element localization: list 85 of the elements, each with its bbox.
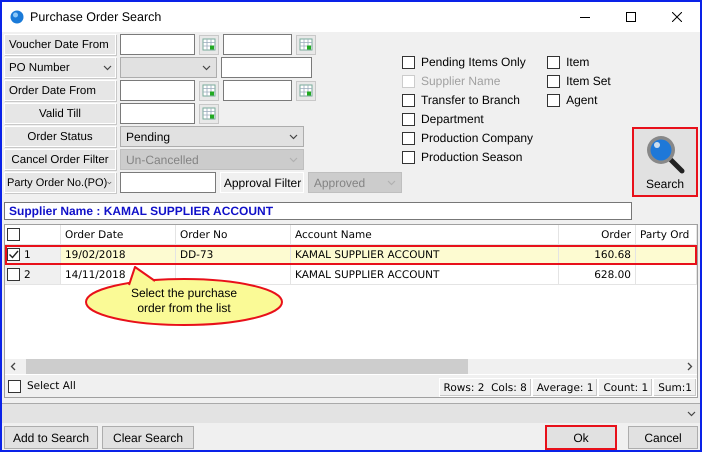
- date-field[interactable]: [120, 103, 195, 124]
- caret-icon: [289, 134, 298, 140]
- minimize-icon[interactable]: [580, 16, 590, 18]
- footer-button[interactable]: Clear Search: [102, 426, 194, 449]
- column-header[interactable]: Order No: [176, 225, 291, 245]
- date-field[interactable]: [223, 80, 292, 101]
- field-label: Order Status: [4, 126, 116, 147]
- footer-button[interactable]: Add to Search: [4, 426, 98, 449]
- checkbox-label: Production Season: [421, 150, 522, 164]
- checkbox[interactable]: [547, 74, 560, 88]
- caret-icon: [687, 410, 696, 416]
- close-icon[interactable]: [672, 12, 682, 22]
- caret-icon: [202, 64, 211, 70]
- field-label: Cancel Order Filter: [4, 149, 116, 170]
- search-button[interactable]: Search: [633, 128, 697, 196]
- row-number: 2: [24, 268, 31, 280]
- input-field[interactable]: [221, 57, 312, 78]
- date-field[interactable]: [120, 80, 195, 101]
- table-cell: 628.00: [594, 268, 631, 280]
- search-icon: [644, 133, 686, 175]
- calendar-icon[interactable]: [296, 80, 316, 100]
- supplier-banner: Supplier Name : KAMAL SUPPLIER ACCOUNT: [4, 202, 632, 220]
- maximize-icon[interactable]: [626, 12, 636, 22]
- checkbox[interactable]: [547, 94, 560, 106]
- dialog-button[interactable]: Ok: [546, 426, 616, 449]
- table-cell: 19/02/2018: [65, 248, 126, 260]
- checkbox-label: Item Set: [566, 74, 611, 88]
- date-field[interactable]: [120, 34, 195, 55]
- horizontal-scrollbar[interactable]: [5, 359, 697, 374]
- table-cell: DD-73: [180, 248, 214, 260]
- checkbox[interactable]: [7, 248, 20, 261]
- field-label: Valid Till: [4, 103, 116, 124]
- checkbox-label: Item: [566, 55, 590, 69]
- table-cell: KAMAL SUPPLIER ACCOUNT: [295, 268, 440, 280]
- row-number: 1: [24, 248, 31, 260]
- checkbox[interactable]: [402, 132, 415, 144]
- checkbox[interactable]: [402, 150, 415, 164]
- app-icon: [10, 10, 24, 24]
- checkbox-label: Select All: [27, 380, 76, 392]
- status-cell: Count: 1: [598, 378, 654, 397]
- checkbox-label: Agent: [566, 93, 598, 107]
- checkbox[interactable]: [547, 56, 560, 68]
- checkbox[interactable]: [8, 380, 21, 392]
- field-dropdown[interactable]: PO Number: [4, 57, 116, 78]
- field-label: Order Date From: [4, 80, 116, 101]
- checkbox-label: Pending Items Only: [421, 55, 526, 69]
- checkbox[interactable]: [402, 94, 415, 106]
- table-cell: 160.68: [594, 248, 631, 260]
- column-header[interactable]: Order: [559, 225, 636, 245]
- calendar-icon[interactable]: [199, 104, 219, 124]
- caret-icon: [107, 180, 112, 186]
- status-cell: Sum:1: [653, 378, 697, 397]
- dropdown[interactable]: Pending: [120, 126, 304, 147]
- checkbox-label: Supplier Name: [421, 74, 500, 88]
- caret-icon: [103, 64, 112, 70]
- calendar-icon[interactable]: [199, 80, 219, 100]
- field-label: Voucher Date From: [4, 34, 116, 55]
- table-cell: 14/11/2018: [65, 268, 126, 280]
- status-cell: Rows: 2 Cols: 8: [438, 378, 532, 397]
- scroll-right-icon[interactable]: [686, 362, 692, 371]
- status-cell: Average: 1: [532, 378, 598, 397]
- calendar-icon[interactable]: [296, 34, 316, 54]
- checkbox[interactable]: [7, 268, 20, 281]
- table-cell: KAMAL SUPPLIER ACCOUNT: [295, 248, 440, 260]
- checkbox-label: Transfer to Branch: [421, 93, 520, 107]
- input-field[interactable]: [120, 172, 216, 193]
- column-header[interactable]: Party Ord: [636, 225, 697, 245]
- calendar-icon[interactable]: [199, 34, 219, 54]
- callout-text: Select the purchase order from the list: [130, 286, 238, 316]
- column-header[interactable]: Account Name: [291, 225, 559, 245]
- table-row[interactable]: 1 19/02/2018 DD-73 KAMAL SUPPLIER ACCOUNT 160.68: [5, 245, 697, 265]
- column-header[interactable]: Order Date: [61, 225, 176, 245]
- dialog-button[interactable]: Cancel: [628, 426, 698, 449]
- date-field[interactable]: [223, 34, 292, 55]
- checkbox[interactable]: [7, 228, 20, 241]
- checkbox[interactable]: [402, 56, 415, 68]
- caret-icon: [289, 156, 298, 162]
- scroll-left-icon[interactable]: [10, 362, 16, 371]
- field-label: Approval Filter: [220, 172, 304, 193]
- checkbox-label: Production Company: [421, 131, 534, 145]
- field-dropdown[interactable]: Party Order No.(PO): [4, 172, 116, 193]
- window-title: Purchase Order Search: [30, 10, 162, 24]
- checkbox-label: Department: [421, 112, 484, 126]
- caret-icon: [387, 180, 396, 186]
- checkbox[interactable]: [402, 112, 415, 126]
